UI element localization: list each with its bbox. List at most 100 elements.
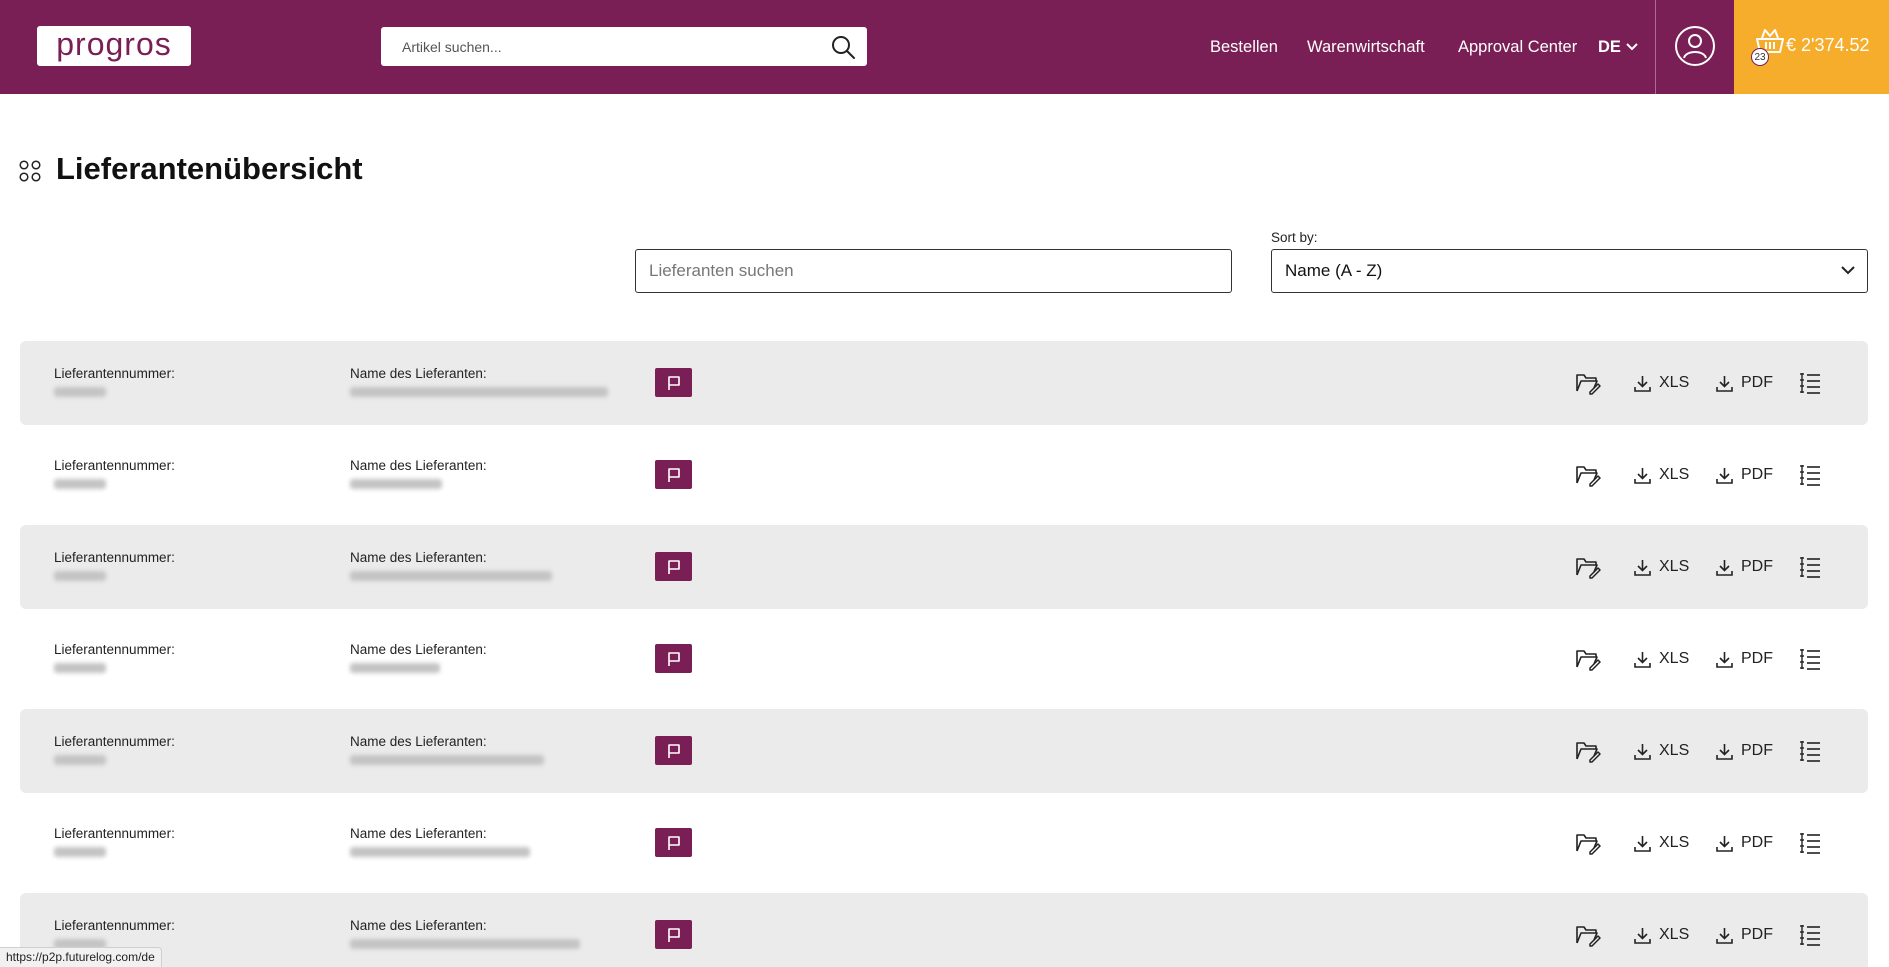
supplier-name-value (350, 755, 544, 765)
apps-grid-icon (19, 160, 41, 182)
cart-button[interactable]: 23 € 2'374.52 (1734, 0, 1889, 94)
flag-icon (667, 467, 680, 482)
folder-edit-icon (1576, 650, 1601, 671)
flag-button[interactable] (655, 368, 692, 397)
page-title: Lieferantenübersicht (56, 151, 363, 186)
download-pdf-button[interactable]: PDF (1716, 921, 1773, 949)
numbered-list-icon (1800, 557, 1820, 578)
folder-edit-icon (1576, 558, 1601, 579)
flag-button[interactable] (655, 920, 692, 949)
nav-approval-center[interactable]: Approval Center (1458, 0, 1577, 94)
supplier-number-value (54, 387, 106, 397)
download-xls-button[interactable]: XLS (1634, 369, 1689, 397)
pdf-label: PDF (1741, 558, 1773, 575)
header-divider (1655, 0, 1656, 94)
article-list-button[interactable] (1799, 829, 1821, 857)
sort-select[interactable]: Name (A - Z) (1271, 249, 1868, 293)
supplier-row: Lieferantennummer: Name des Lieferanten:… (20, 709, 1868, 793)
edit-folder-button[interactable] (1575, 369, 1601, 397)
supplier-name-label: Name des Lieferanten: (350, 826, 487, 841)
language-selector[interactable]: DE (1598, 0, 1638, 94)
download-pdf-button[interactable]: PDF (1716, 737, 1773, 765)
download-pdf-button[interactable]: PDF (1716, 461, 1773, 489)
supplier-number-value (54, 663, 106, 673)
supplier-name-label: Name des Lieferanten: (350, 918, 487, 933)
edit-folder-button[interactable] (1575, 645, 1601, 673)
language-label: DE (1598, 37, 1621, 56)
flag-button[interactable] (655, 552, 692, 581)
download-icon (1634, 467, 1651, 484)
article-list-button[interactable] (1799, 461, 1821, 489)
search-icon[interactable] (829, 33, 857, 61)
article-search-input[interactable] (381, 27, 811, 66)
article-list-button[interactable] (1799, 645, 1821, 673)
folder-edit-icon (1576, 926, 1601, 947)
supplier-row: Lieferantennummer: Name des Lieferanten:… (20, 525, 1868, 609)
flag-icon (667, 559, 680, 574)
edit-folder-button[interactable] (1575, 829, 1601, 857)
download-icon (1716, 927, 1733, 944)
flag-icon (667, 835, 680, 850)
supplier-number-label: Lieferantennummer: (54, 550, 175, 565)
supplier-name-value (350, 847, 530, 857)
download-pdf-button[interactable]: PDF (1716, 645, 1773, 673)
xls-label: XLS (1659, 926, 1690, 943)
supplier-number-value (54, 755, 106, 765)
article-list-button[interactable] (1799, 737, 1821, 765)
supplier-name-label: Name des Lieferanten: (350, 642, 487, 657)
numbered-list-icon (1800, 741, 1820, 762)
edit-folder-button[interactable] (1575, 737, 1601, 765)
flag-icon (667, 743, 680, 758)
numbered-list-icon (1800, 465, 1820, 486)
xls-label: XLS (1659, 650, 1690, 667)
download-pdf-button[interactable]: PDF (1716, 369, 1773, 397)
supplier-number-value (54, 571, 106, 581)
download-xls-button[interactable]: XLS (1634, 553, 1689, 581)
download-xls-button[interactable]: XLS (1634, 921, 1689, 949)
nav-bestellen[interactable]: Bestellen (1210, 0, 1278, 94)
user-icon[interactable] (1674, 25, 1716, 67)
progros-logo[interactable]: progros (37, 26, 191, 66)
download-icon (1634, 559, 1651, 576)
download-icon (1716, 467, 1733, 484)
xls-label: XLS (1659, 558, 1690, 575)
xls-label: XLS (1659, 742, 1690, 759)
supplier-row: Lieferantennummer: Name des Lieferanten:… (20, 617, 1868, 701)
download-xls-button[interactable]: XLS (1634, 829, 1689, 857)
numbered-list-icon (1800, 649, 1820, 670)
download-xls-button[interactable]: XLS (1634, 645, 1689, 673)
flag-button[interactable] (655, 736, 692, 765)
supplier-name-value (350, 939, 580, 949)
chevron-down-icon (1841, 266, 1855, 275)
numbered-list-icon (1800, 925, 1820, 946)
supplier-name-label: Name des Lieferanten: (350, 734, 487, 749)
download-xls-button[interactable]: XLS (1634, 461, 1689, 489)
download-pdf-button[interactable]: PDF (1716, 829, 1773, 857)
edit-folder-button[interactable] (1575, 921, 1601, 949)
article-list-button[interactable] (1799, 553, 1821, 581)
flag-button[interactable] (655, 460, 692, 489)
download-icon (1634, 927, 1651, 944)
download-icon (1716, 743, 1733, 760)
article-list-button[interactable] (1799, 369, 1821, 397)
edit-folder-button[interactable] (1575, 553, 1601, 581)
sort-selected-value: Name (A - Z) (1285, 261, 1383, 280)
edit-folder-button[interactable] (1575, 461, 1601, 489)
supplier-number-value (54, 479, 106, 489)
supplier-row: Lieferantennummer: Name des Lieferanten:… (20, 433, 1868, 517)
folder-edit-icon (1576, 742, 1601, 763)
nav-warenwirtschaft[interactable]: Warenwirtschaft (1307, 0, 1425, 94)
supplier-name-label: Name des Lieferanten: (350, 366, 487, 381)
pdf-label: PDF (1741, 742, 1773, 759)
cart-count-badge: 23 (1751, 48, 1769, 66)
download-xls-button[interactable]: XLS (1634, 737, 1689, 765)
supplier-number-label: Lieferantennummer: (54, 826, 175, 841)
folder-edit-icon (1576, 834, 1601, 855)
flag-button[interactable] (655, 644, 692, 673)
flag-button[interactable] (655, 828, 692, 857)
pdf-label: PDF (1741, 466, 1773, 483)
article-list-button[interactable] (1799, 921, 1821, 949)
download-pdf-button[interactable]: PDF (1716, 553, 1773, 581)
supplier-list: Lieferantennummer: Name des Lieferanten:… (20, 341, 1868, 967)
supplier-search-input[interactable] (635, 249, 1232, 293)
